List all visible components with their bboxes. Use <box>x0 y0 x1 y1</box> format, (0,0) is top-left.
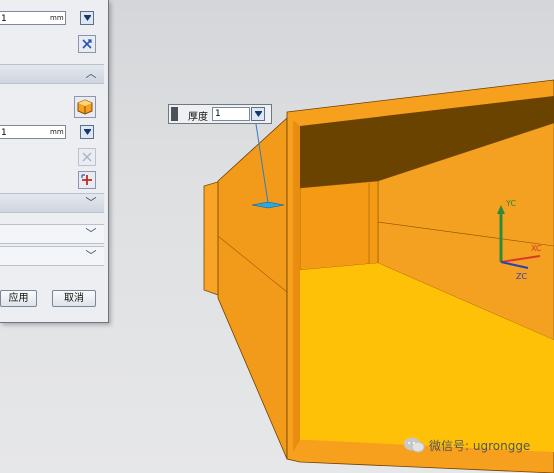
select-body-button[interactable] <box>74 96 96 118</box>
reverse-direction-button-disabled[interactable] <box>78 148 96 166</box>
apply-button[interactable]: 应用 <box>0 290 37 307</box>
add-new-set-button[interactable] <box>78 171 96 189</box>
shell-dialog: 1 mm ︿ 1 mm ﹀ ﹀ ﹀ 应用 取消 <box>0 0 109 323</box>
wechat-icon <box>404 437 425 453</box>
section-header-3[interactable]: ﹀ <box>0 246 104 266</box>
thickness-handle-box: 厚度 1 <box>168 104 272 124</box>
chevron-up-icon: ︿ <box>85 67 97 80</box>
swap-direction-icon <box>82 152 92 162</box>
cancel-button[interactable]: 取消 <box>52 290 96 307</box>
axis-label-y: YC <box>505 199 516 208</box>
cube-icon <box>77 99 93 115</box>
swap-direction-icon <box>82 39 92 49</box>
alt-thickness-dropdown-button[interactable] <box>80 125 94 139</box>
axis-label-z: ZC <box>516 272 527 281</box>
thickness-handle-label: 厚度 <box>188 112 208 123</box>
section-header-1[interactable]: ﹀ <box>0 193 104 213</box>
unit-label: mm <box>50 14 64 22</box>
thickness-row: 1 mm <box>0 11 104 27</box>
chevron-down-icon <box>83 14 91 21</box>
box-left-wall <box>217 117 288 460</box>
reverse-add-icon <box>81 174 92 185</box>
watermark-text: 微信号: ugrongge <box>429 438 531 453</box>
section-header-2[interactable]: ﹀ <box>0 224 104 244</box>
chevron-down-icon: ﹀ <box>85 196 97 209</box>
interior-back-wall <box>299 180 379 271</box>
thickness-dropdown-button[interactable] <box>80 11 94 25</box>
grip-icon[interactable] <box>171 107 178 121</box>
thickness-handle-dropdown[interactable] <box>251 107 265 121</box>
unit-label-2: mm <box>50 128 64 136</box>
chevron-down-icon: ﹀ <box>85 227 97 240</box>
chevron-down-icon: ﹀ <box>85 249 97 262</box>
chevron-down-icon <box>254 110 262 117</box>
alt-thickness-row: 1 mm <box>0 125 104 141</box>
watermark: 微信号: ugrongge <box>403 436 530 454</box>
section-header-collapse[interactable]: ︿ <box>0 64 104 84</box>
reverse-direction-button[interactable] <box>78 35 96 53</box>
chevron-down-icon <box>83 128 91 135</box>
thickness-handle-input[interactable]: 1 <box>212 107 250 121</box>
axis-label-x: XC <box>531 244 542 253</box>
